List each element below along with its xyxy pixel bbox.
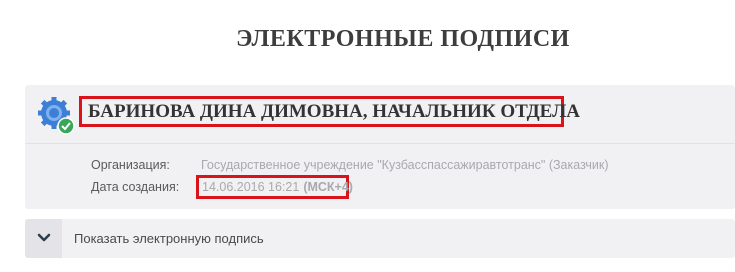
created-date-highlight: 14.06.2016 16:21 (МСК+4) bbox=[196, 175, 353, 199]
organization-label: Организация: bbox=[91, 158, 170, 172]
signer-highlight: БАРИНОВА ДИНА ДИМОВНА, НАЧАЛЬНИК ОТДЕЛА bbox=[79, 96, 580, 127]
page-title: ЭЛЕКТРОННЫЕ ПОДПИСИ bbox=[236, 26, 570, 52]
organization-value: Государственное учреждение "Кузбасспасса… bbox=[201, 158, 609, 172]
created-date-timezone: (МСК+4) bbox=[303, 180, 353, 194]
expand-button[interactable] bbox=[25, 219, 62, 258]
signature-card: БАРИНОВА ДИНА ДИМОВНА, НАЧАЛЬНИК ОТДЕЛА … bbox=[25, 85, 735, 209]
check-icon bbox=[57, 117, 75, 135]
signer-name: БАРИНОВА ДИНА ДИМОВНА, НАЧАЛЬНИК ОТДЕЛА bbox=[88, 100, 580, 122]
signature-card-header: БАРИНОВА ДИНА ДИМОВНА, НАЧАЛЬНИК ОТДЕЛА bbox=[25, 85, 735, 144]
show-signature-label[interactable]: Показать электронную подпись bbox=[74, 231, 264, 246]
show-signature-toggle[interactable]: Показать электронную подпись bbox=[25, 219, 735, 258]
chevron-down-icon bbox=[37, 230, 51, 248]
created-date-value: 14.06.2016 16:21 bbox=[202, 180, 300, 194]
certificate-badge-icon bbox=[37, 96, 77, 136]
created-date-label: Дата создания: bbox=[91, 180, 180, 194]
